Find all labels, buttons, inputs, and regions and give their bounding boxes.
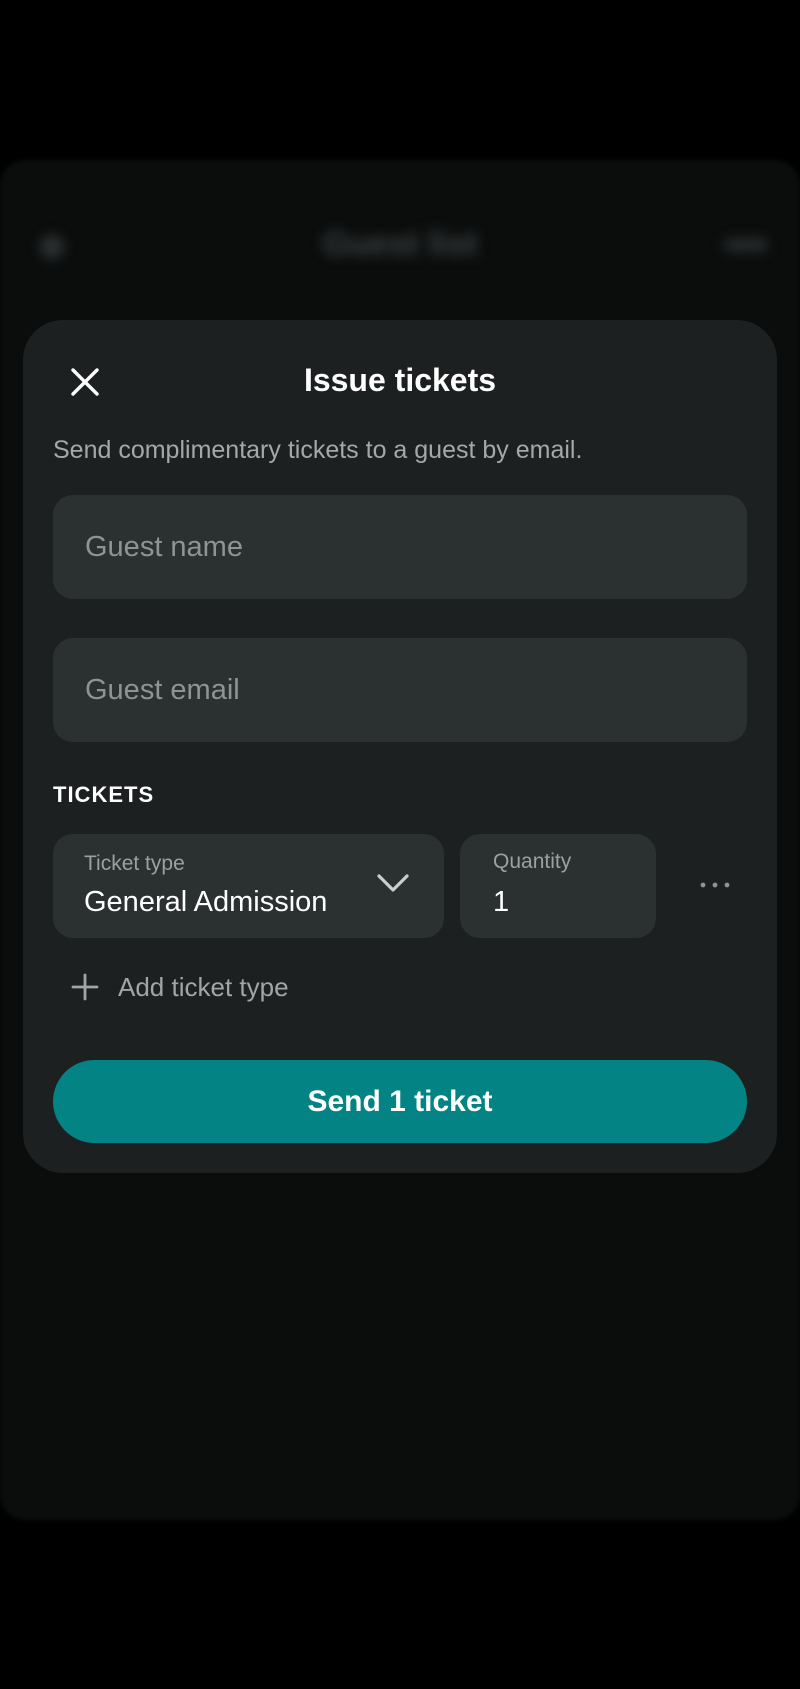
ticket-row-more-button[interactable] xyxy=(695,870,735,900)
tickets-section-label: TICKETS xyxy=(53,782,155,807)
modal-title: Issue tickets xyxy=(303,362,497,398)
modal-subtitle: Send complimentary tickets to a guest by… xyxy=(53,436,583,464)
send-tickets-button[interactable]: Send 1 ticket xyxy=(53,1060,747,1143)
background-more-icon xyxy=(724,239,768,251)
plus-icon xyxy=(71,973,99,1001)
ticket-type-select[interactable]: Ticket type General Admission xyxy=(53,834,444,938)
screen: Guest list Issue tickets Send compliment… xyxy=(0,0,800,1689)
ticket-type-caption: Ticket type xyxy=(84,852,185,875)
background-header: Guest list xyxy=(0,195,800,295)
quantity-value: 1 xyxy=(493,886,510,918)
issue-tickets-modal: Issue tickets Send complimentary tickets… xyxy=(23,320,777,1173)
guest-name-input[interactable] xyxy=(53,495,747,599)
more-horizontal-icon xyxy=(700,882,730,888)
chevron-down-icon xyxy=(377,874,409,892)
guest-email-input[interactable] xyxy=(53,638,747,742)
ticket-type-value: General Admission xyxy=(84,886,328,918)
background-title: Guest list xyxy=(322,225,478,263)
add-ticket-type-label: Add ticket type xyxy=(118,971,289,1002)
add-ticket-type-button[interactable]: Add ticket type xyxy=(71,965,289,1009)
quantity-caption: Quantity xyxy=(493,850,572,873)
quantity-field[interactable]: Quantity 1 xyxy=(460,834,656,938)
